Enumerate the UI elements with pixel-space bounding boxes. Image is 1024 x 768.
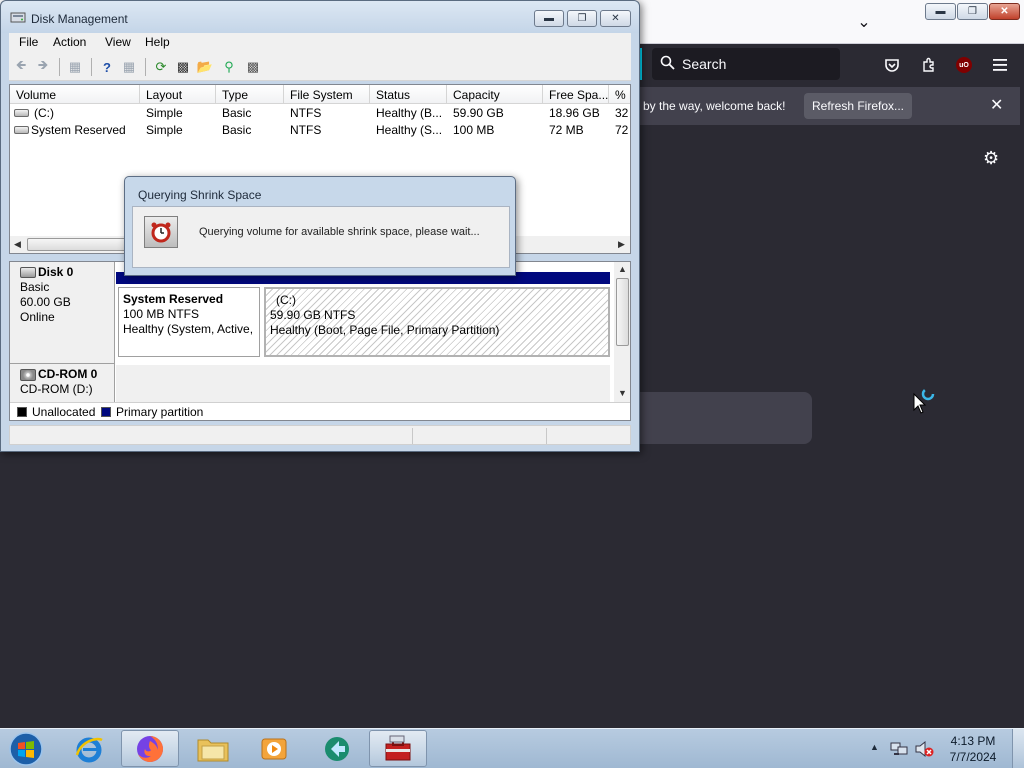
notification-text: by the way, welcome back!: [643, 99, 786, 113]
rescan-disks-icon[interactable]: ▩: [173, 57, 193, 77]
legend-swatch-unallocated: [17, 407, 27, 417]
taskbar: ▲ 4:13 PM 7/7/2024: [0, 728, 1024, 768]
scroll-thumb[interactable]: [27, 238, 137, 251]
dialog-message: Querying volume for available shrink spa…: [199, 226, 480, 238]
disk-0-label[interactable]: Disk 0 Basic 60.00 GB Online: [10, 262, 115, 364]
refresh-firefox-button[interactable]: Refresh Firefox...: [804, 93, 912, 119]
table-row[interactable]: System Reserved Simple Basic NTFS Health…: [10, 122, 630, 139]
vertical-scrollbar[interactable]: ▲ ▼: [614, 262, 630, 402]
column-file-system[interactable]: File System: [284, 85, 370, 104]
menu-help[interactable]: Help: [145, 35, 170, 49]
firefox-restore-button[interactable]: ❐: [957, 3, 988, 20]
clock-time: 4:13 PM: [950, 734, 996, 748]
search-disk-icon[interactable]: ⚲: [219, 57, 239, 77]
alarm-clock-icon: [144, 216, 178, 248]
cdrom-area: [116, 365, 610, 405]
close-icon[interactable]: ✕: [990, 95, 1003, 115]
network-icon[interactable]: [890, 741, 908, 757]
console-tree-icon[interactable]: ▦: [65, 57, 85, 77]
firefox-close-button[interactable]: ✕: [989, 3, 1020, 20]
ublock-icon[interactable]: uO: [956, 57, 972, 73]
volume-muted-icon[interactable]: [914, 740, 934, 758]
windows-logo-icon: [9, 732, 43, 766]
taskbar-media-player[interactable]: [245, 730, 303, 767]
media-player-icon: [261, 738, 287, 759]
taskbar-firefox[interactable]: [121, 730, 179, 767]
folder-icon: [197, 739, 229, 761]
scroll-up-icon[interactable]: ▲: [618, 264, 627, 274]
status-bar: [9, 425, 631, 445]
clock[interactable]: 4:13 PM 7/7/2024: [938, 733, 1008, 765]
cdrom-0-label[interactable]: CD-ROM 0 CD-ROM (D:): [10, 364, 115, 404]
properties-icon[interactable]: ▩: [243, 57, 263, 77]
drive-icon: [14, 126, 29, 134]
querying-shrink-dialog: Querying Shrink Space Querying volume fo…: [124, 176, 516, 276]
legend-swatch-primary: [101, 407, 111, 417]
scroll-thumb[interactable]: [616, 278, 629, 346]
properties-grid-icon[interactable]: ▦: [119, 57, 139, 77]
drive-icon: [14, 109, 29, 117]
hard-disk-icon: [20, 267, 36, 278]
scroll-left-icon[interactable]: ◀: [14, 239, 21, 250]
column-volume[interactable]: Volume: [10, 85, 140, 104]
menu-bar: File Action View Help: [9, 33, 631, 53]
internet-explorer-icon: [75, 737, 103, 762]
search-icon: [652, 55, 682, 74]
menu-file[interactable]: File: [19, 35, 38, 49]
window-title: Disk Management: [31, 12, 128, 26]
help-icon[interactable]: ?: [97, 57, 117, 77]
back-arrow-icon[interactable]: 🡸: [11, 57, 31, 77]
dialog-title: Querying Shrink Space: [138, 188, 262, 202]
busy-cursor-icon: [912, 386, 938, 414]
firefox-minimize-button[interactable]: ▬: [925, 3, 956, 20]
open-folder-icon[interactable]: 📂: [195, 57, 215, 77]
column-layout[interactable]: Layout: [140, 85, 216, 104]
column-percent-free[interactable]: % F: [609, 85, 630, 104]
cd-rom-icon: [20, 368, 36, 381]
menu-action[interactable]: Action: [53, 35, 86, 49]
column-capacity[interactable]: Capacity: [447, 85, 543, 104]
partition-c[interactable]: (C:) 59.90 GB NTFS Healthy (Boot, Page F…: [264, 287, 610, 357]
legend: Unallocated Primary partition: [10, 402, 630, 420]
pocket-icon[interactable]: [879, 52, 905, 78]
title-bar: Disk Management ▬ ❐ ✕: [1, 1, 639, 33]
newtab-tile[interactable]: [630, 392, 812, 444]
search-input[interactable]: [682, 56, 832, 72]
taskbar-explorer[interactable]: [184, 730, 242, 767]
partition-system-reserved[interactable]: System Reserved 100 MB NTFS Healthy (Sys…: [118, 287, 260, 357]
column-status[interactable]: Status: [370, 85, 447, 104]
app-icon: [325, 736, 349, 761]
show-hidden-icons-icon[interactable]: ▲: [870, 742, 879, 752]
chevron-down-icon[interactable]: ⌄: [850, 8, 878, 36]
disk-view: Disk 0 Basic 60.00 GB Online System Rese…: [9, 261, 631, 421]
search-bar[interactable]: [652, 48, 840, 80]
gear-icon[interactable]: ⚙: [983, 148, 999, 169]
show-desktop-button[interactable]: [1012, 729, 1024, 768]
restore-button[interactable]: ❐: [567, 10, 597, 27]
close-button[interactable]: ✕: [600, 10, 631, 27]
menu-view[interactable]: View: [105, 35, 131, 49]
scroll-right-icon[interactable]: ▶: [618, 239, 625, 250]
toolbox-icon: [385, 735, 411, 760]
disk-management-icon: [10, 12, 26, 23]
table-row[interactable]: (C:) Simple Basic NTFS Healthy (B... 59.…: [10, 105, 630, 122]
forward-arrow-icon[interactable]: 🡺: [33, 57, 53, 77]
puzzle-icon[interactable]: [916, 52, 942, 78]
scroll-down-icon[interactable]: ▼: [618, 388, 627, 398]
refresh-icon[interactable]: ⟳: [151, 57, 171, 77]
start-button[interactable]: [6, 731, 46, 767]
firefox-icon: [137, 735, 163, 762]
hamburger-icon[interactable]: [987, 52, 1013, 78]
column-free-space[interactable]: Free Spa...: [543, 85, 609, 104]
taskbar-app[interactable]: [308, 730, 366, 767]
volume-list-header: Volume Layout Type File System Status Ca…: [10, 85, 630, 104]
taskbar-internet-explorer[interactable]: [60, 730, 118, 767]
taskbar-computer-management[interactable]: [369, 730, 427, 767]
dialog-body: Querying volume for available shrink spa…: [132, 206, 510, 268]
column-type[interactable]: Type: [216, 85, 284, 104]
toolbar: 🡸 🡺 ▦ ? ▦ ⟳ ▩ 📂 ⚲ ▩: [9, 53, 631, 81]
clock-date: 7/7/2024: [949, 750, 997, 764]
minimize-button[interactable]: ▬: [534, 10, 564, 27]
